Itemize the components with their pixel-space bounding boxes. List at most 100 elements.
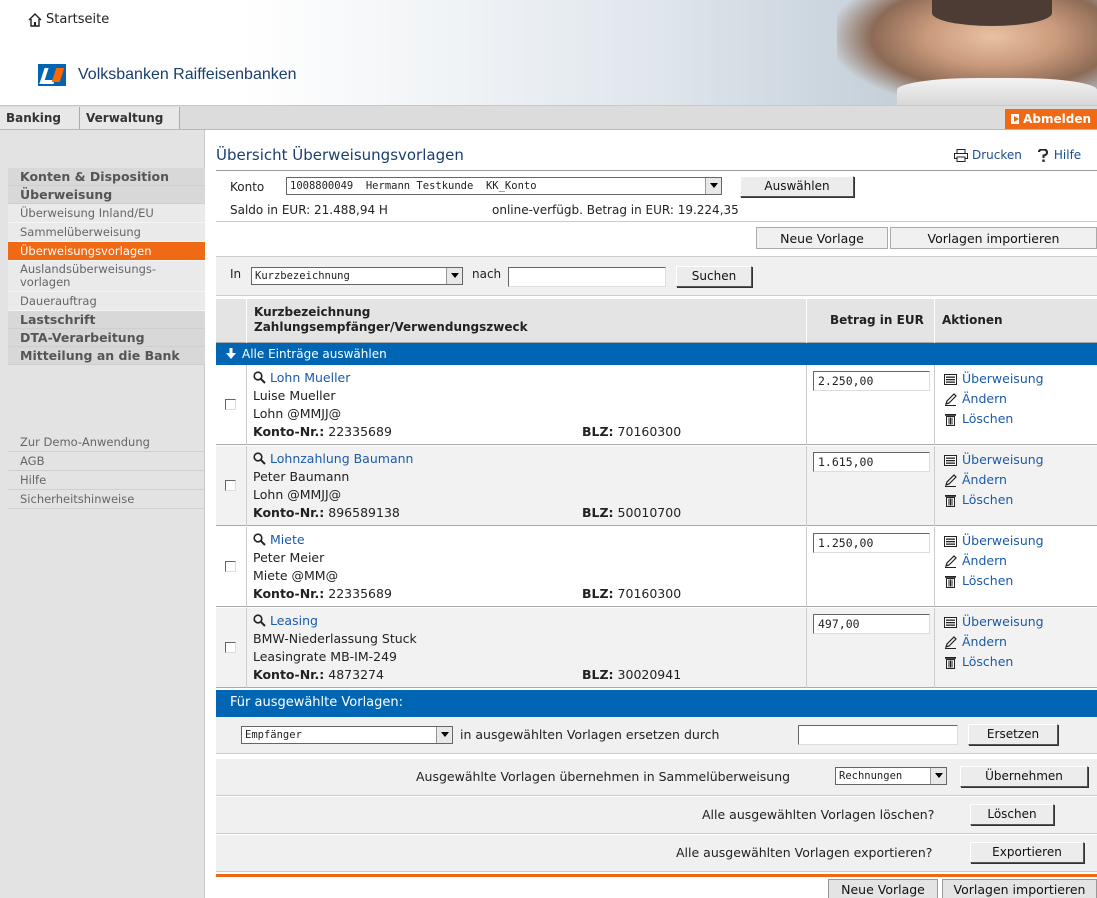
bottom-import-templates-button[interactable]: Vorlagen importieren — [942, 879, 1097, 898]
row-blz-label: BLZ: — [582, 424, 614, 439]
brand: Volksbanken Raiffeisenbanken — [38, 64, 297, 86]
sidebar-item-konten[interactable]: Konten & Disposition — [8, 168, 205, 186]
row-konto-label: Konto-Nr.: — [253, 667, 325, 682]
select-all-link[interactable]: Alle Einträge auswählen — [216, 343, 1097, 365]
replace-button[interactable]: Ersetzen — [968, 724, 1058, 745]
row-purpose: Miete @MM@ — [253, 568, 339, 583]
logout-button[interactable]: Abmelden — [1005, 109, 1097, 129]
col-betrag: Betrag in EUR — [830, 313, 924, 327]
row-action-transfer-label: Überweisung — [962, 614, 1044, 629]
sidebar-item-mitteilung[interactable]: Mitteilung an die Bank — [8, 347, 205, 365]
col-aktionen: Aktionen — [942, 313, 1003, 327]
collect-button[interactable]: Übernehmen — [960, 766, 1088, 787]
row-action-edit[interactable]: Ändern — [944, 551, 1044, 571]
row-action-edit[interactable]: Ändern — [944, 632, 1044, 652]
sidebar-item-agb[interactable]: AGB — [8, 452, 205, 471]
arrow-down-icon — [226, 348, 236, 359]
row-action-delete[interactable]: Löschen — [944, 652, 1044, 672]
row-checkbox[interactable] — [225, 399, 236, 410]
tab-verwaltung[interactable]: Verwaltung — [80, 107, 180, 129]
row-amount-input[interactable]: 2.250,00 — [813, 371, 930, 391]
delete-text: Alle ausgewählten Vorlagen löschen? — [702, 807, 935, 822]
row-action-transfer[interactable]: Überweisung — [944, 369, 1044, 389]
row-action-delete[interactable]: Löschen — [944, 409, 1044, 429]
row-actions: Überweisung Ändern Löschen — [944, 612, 1044, 672]
tab-banking[interactable]: Banking — [0, 107, 80, 129]
row-action-edit-label: Ändern — [962, 472, 1007, 487]
replace-field-select[interactable]: Empfänger — [241, 726, 453, 744]
help-icon — [1037, 148, 1048, 162]
row-title-link[interactable]: Miete — [253, 532, 305, 547]
chevron-down-icon — [930, 768, 946, 784]
search-field-select[interactable]: Kurzbezeichnung — [251, 267, 463, 285]
help-link[interactable]: Hilfe — [1036, 148, 1081, 162]
print-link[interactable]: Drucken — [954, 148, 1022, 162]
row-action-delete[interactable]: Löschen — [944, 571, 1044, 591]
row-blz-value: 50010700 — [617, 505, 682, 520]
trash-icon — [945, 575, 956, 588]
row-actions: Überweisung Ändern Löschen — [944, 369, 1044, 429]
collect-select[interactable]: Rechnungen — [835, 767, 947, 785]
row-konto-label: Konto-Nr.: — [253, 424, 325, 439]
magnifier-icon — [253, 533, 266, 546]
row-action-edit[interactable]: Ändern — [944, 389, 1044, 409]
export-button[interactable]: Exportieren — [970, 842, 1084, 863]
page-header: Startseite Volksbanken Raiffeisenbanken — [0, 0, 1097, 105]
row-action-edit[interactable]: Ändern — [944, 470, 1044, 490]
row-action-transfer-label: Überweisung — [962, 452, 1044, 467]
row-action-transfer[interactable]: Überweisung — [944, 531, 1044, 551]
home-link[interactable]: Startseite — [28, 12, 109, 27]
sidebar-item-auslandsvorlagen[interactable]: Auslandsüberweisungs-vorlagen — [8, 261, 205, 292]
sidebar-item-demo[interactable]: Zur Demo-Anwendung — [8, 433, 205, 452]
row-checkbox[interactable] — [225, 642, 236, 653]
row-blz: BLZ: 30020941 — [582, 667, 681, 682]
sidebar-item-sammelueberweisung[interactable]: Sammelüberweisung — [8, 223, 205, 242]
row-title-link[interactable]: Leasing — [253, 613, 318, 628]
sidebar-item-hilfe[interactable]: Hilfe — [8, 471, 205, 490]
sidebar-item-sicherheit[interactable]: Sicherheitshinweise — [8, 490, 205, 509]
row-purpose: Lohn @MMJJ@ — [253, 487, 342, 502]
row-blz-value: 70160300 — [617, 424, 682, 439]
row-checkbox[interactable] — [225, 561, 236, 572]
row-action-transfer[interactable]: Überweisung — [944, 612, 1044, 632]
row-amount-input[interactable]: 497,00 — [813, 614, 930, 634]
row-amount-input[interactable]: 1.250,00 — [813, 533, 930, 553]
replace-input[interactable] — [798, 725, 958, 745]
export-text: Alle ausgewählten Vorlagen exportieren? — [676, 845, 933, 860]
row-konto-value: 896589138 — [328, 505, 400, 520]
table-row: Lohnzahlung Baumann Peter Baumann Lohn @MM… — [216, 446, 1097, 526]
delete-selected-button[interactable]: Löschen — [970, 804, 1054, 825]
new-template-button[interactable]: Neue Vorlage — [756, 227, 888, 249]
row-konto-label: Konto-Nr.: — [253, 505, 325, 520]
help-label: Hilfe — [1053, 148, 1082, 162]
konto-select[interactable]: 1008800049 Hermann Testkunde KK_Konto — [286, 177, 722, 195]
sidebar-item-ueberweisungsvorlagen[interactable]: Überweisungsvorlagen — [8, 242, 205, 261]
row-checkbox[interactable] — [225, 480, 236, 491]
sidebar-item-lastschrift[interactable]: Lastschrift — [8, 311, 205, 329]
col-kurzbezeichnung-line2: Zahlungsempfänger/Verwendungszweck — [254, 320, 528, 334]
sidebar-item-ueberweisung-inland[interactable]: Überweisung Inland/EU — [8, 204, 205, 223]
row-action-edit-label: Ändern — [962, 634, 1007, 649]
sidebar-item-dauerauftrag[interactable]: Dauerauftrag — [8, 292, 205, 311]
row-amount-input[interactable]: 1.615,00 — [813, 452, 930, 472]
row-action-transfer[interactable]: Überweisung — [944, 450, 1044, 470]
row-actions: Überweisung Ändern Löschen — [944, 531, 1044, 591]
row-title-link[interactable]: Lohnzahlung Baumann — [253, 451, 413, 466]
row-title: Leasing — [270, 613, 318, 628]
row-title-link[interactable]: Lohn Mueller — [253, 370, 350, 385]
saldo-text: Saldo in EUR: 21.488,94 H — [230, 203, 388, 217]
import-templates-button[interactable]: Vorlagen importieren — [890, 227, 1097, 249]
row-action-edit-label: Ändern — [962, 391, 1007, 406]
search-nach-label: nach — [472, 267, 502, 281]
search-input[interactable] — [508, 267, 666, 287]
select-account-button[interactable]: Auswählen — [740, 176, 854, 197]
row-action-delete[interactable]: Löschen — [944, 490, 1044, 510]
search-button[interactable]: Suchen — [676, 266, 752, 287]
bottom-new-template-button[interactable]: Neue Vorlage — [828, 879, 938, 898]
sidebar-item-ueberweisung[interactable]: Überweisung — [8, 186, 205, 204]
search-in-label: In — [230, 267, 242, 281]
row-action-delete-label: Löschen — [962, 411, 1014, 426]
sidebar-item-dta[interactable]: DTA-Verarbeitung — [8, 329, 205, 347]
trash-icon — [945, 494, 956, 507]
home-icon — [28, 12, 42, 27]
